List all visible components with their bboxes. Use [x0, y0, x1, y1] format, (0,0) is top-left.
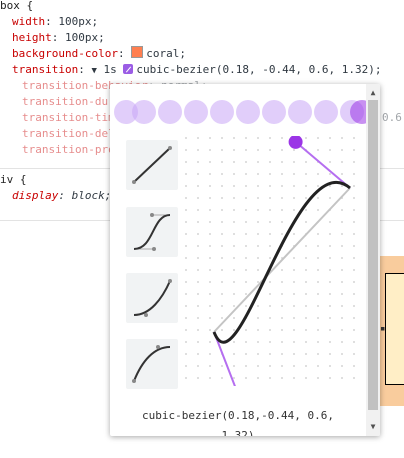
preview-dot — [184, 100, 208, 124]
sub-delay: transition-del — [22, 127, 115, 140]
preview-dot — [262, 100, 286, 124]
preset-ease-in[interactable] — [126, 273, 178, 323]
bg-prop[interactable]: background-color — [12, 47, 118, 60]
animation-preview[interactable] — [114, 100, 374, 124]
rule-selector[interactable]: box { — [0, 0, 33, 14]
preview-dot — [236, 100, 260, 124]
popover-scrollbar[interactable]: ▲ ▼ — [366, 84, 380, 436]
height-declaration[interactable]: height: 100px; — [12, 30, 105, 46]
color-swatch-icon[interactable] — [131, 46, 144, 58]
scrollbar-thumb[interactable] — [368, 100, 378, 410]
bezier-editor-popover: cubic-bezier(0.18,-0.44, 0.6, 1.32) ▲ ▼ — [110, 84, 380, 436]
width-value[interactable]: 100px; — [58, 15, 98, 28]
display-value[interactable]: block; — [72, 189, 112, 202]
preset-ease-in-out[interactable] — [126, 207, 178, 257]
preset-ease-out[interactable] — [126, 339, 178, 389]
box-model-mark: ▪ — [380, 324, 386, 334]
scroll-down-arrow-icon[interactable]: ▼ — [366, 420, 380, 434]
preset-linear[interactable] — [126, 140, 178, 190]
preview-dot — [158, 100, 182, 124]
expand-triangle-icon[interactable]: ▼ — [91, 66, 96, 76]
preview-dot — [314, 100, 338, 124]
scroll-up-arrow-icon[interactable]: ▲ — [366, 86, 380, 100]
bezier-value-label: cubic-bezier(0.18,-0.44, 0.6, 1.32) — [141, 409, 335, 436]
sub-timing: transition-tim — [22, 111, 115, 124]
transition-prop[interactable]: transition — [12, 63, 78, 76]
preview-dot — [210, 100, 234, 124]
height-value[interactable]: 100px; — [65, 31, 105, 44]
preview-dot — [288, 100, 312, 124]
display-prop[interactable]: display — [12, 189, 58, 202]
easing-editor-icon[interactable] — [123, 64, 134, 74]
control-line-2 — [294, 141, 351, 189]
rule2-selector[interactable]: iv { — [0, 172, 27, 188]
bezier-curve-canvas[interactable] — [184, 136, 360, 386]
bg-declaration[interactable]: background-color: coral; — [12, 46, 186, 62]
display-declaration[interactable]: display: block; — [12, 188, 111, 204]
box-model-border — [385, 273, 404, 385]
width-declaration[interactable]: width: 100px; — [12, 14, 98, 30]
preview-dot — [132, 100, 156, 124]
sub-property: transition-pro — [22, 143, 115, 156]
sub-duration: transition-dur — [22, 95, 115, 108]
transition-duration[interactable]: 1s — [104, 63, 117, 76]
grid-dots — [185, 137, 355, 379]
transition-value[interactable]: cubic-bezier(0.18, -0.44, 0.6, 1.32); — [136, 63, 381, 76]
transition-declaration[interactable]: transition: ▼ 1s cubic-bezier(0.18, -0.4… — [12, 62, 381, 79]
sub-timing-tail: 0.6, — [382, 111, 404, 124]
width-prop[interactable]: width — [12, 15, 45, 28]
height-prop[interactable]: height — [12, 31, 52, 44]
bg-value[interactable]: coral; — [146, 47, 186, 60]
